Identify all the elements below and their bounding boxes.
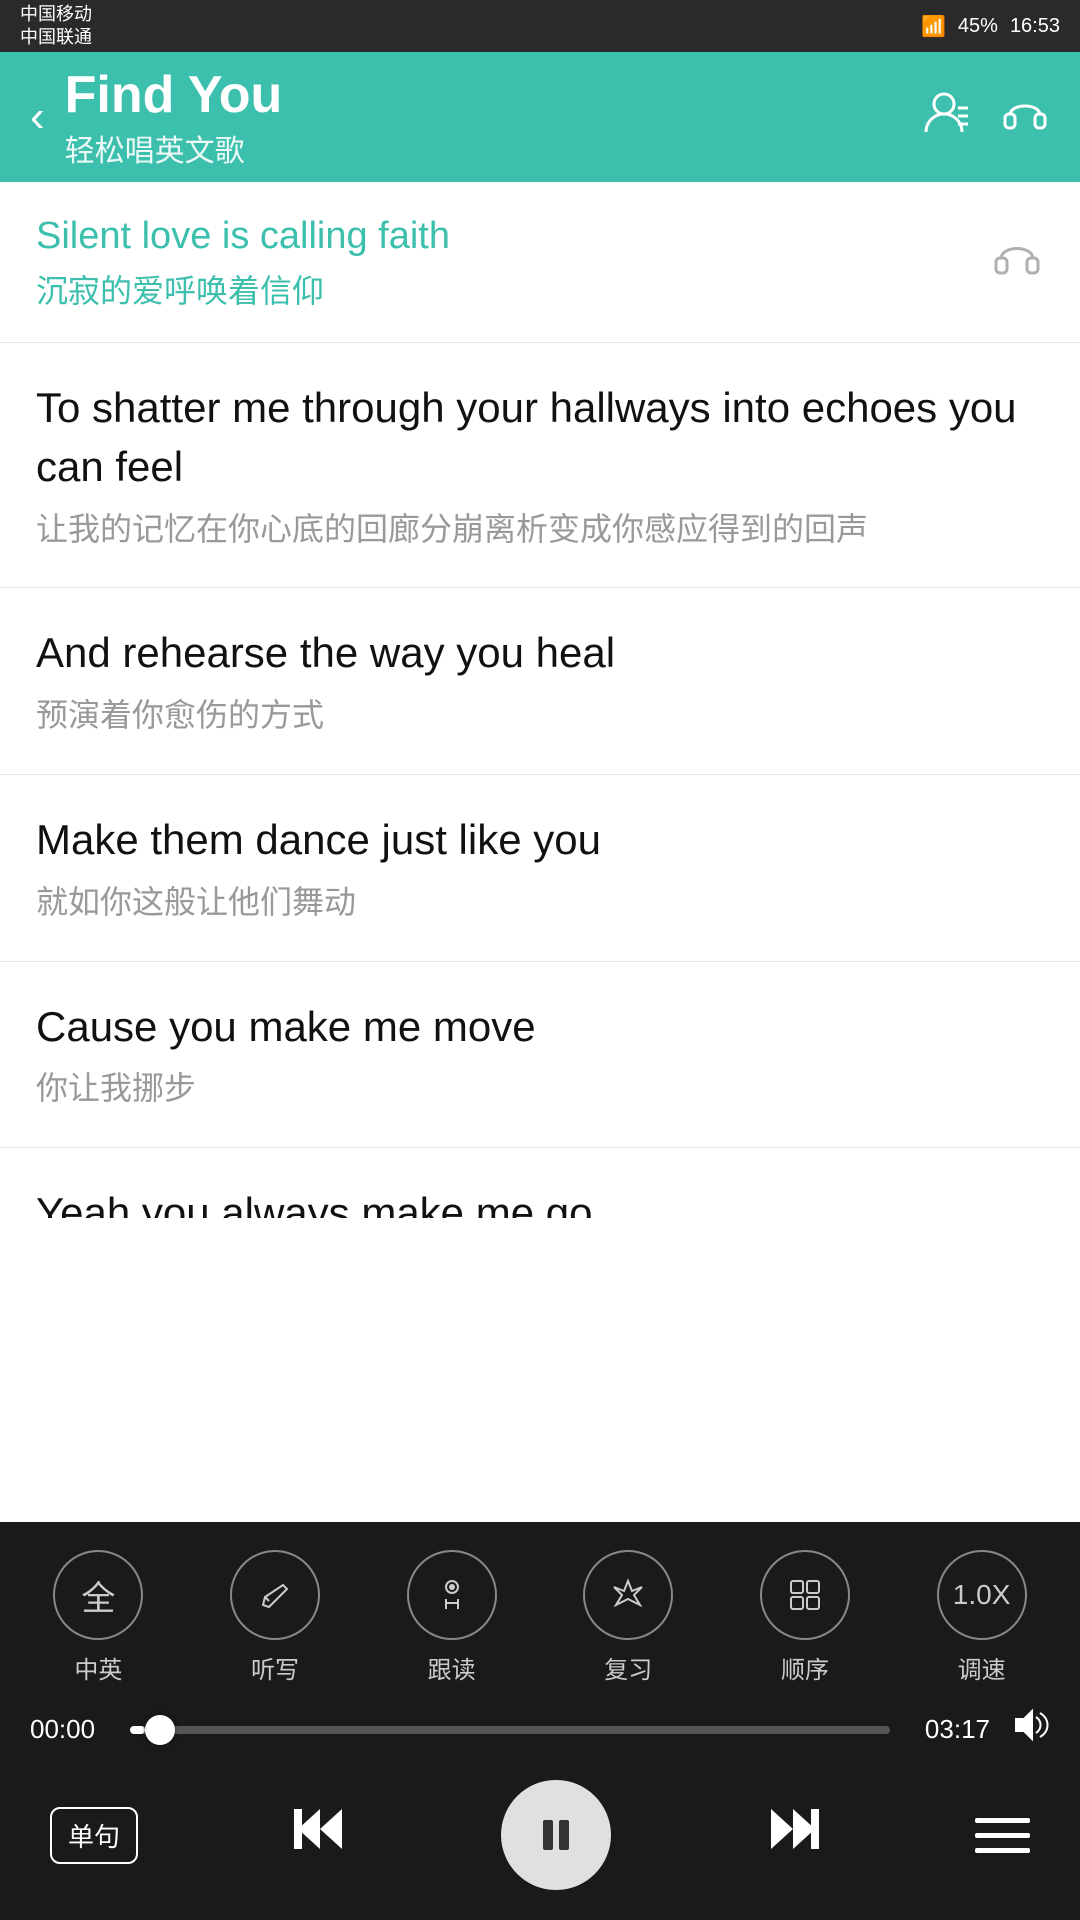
- menu-line-2: [975, 1833, 1030, 1838]
- total-time: 03:17: [910, 1714, 990, 1745]
- lyric-english: Make them dance just like you: [36, 811, 1044, 870]
- prev-button[interactable]: [290, 1799, 350, 1872]
- progress-knob[interactable]: [145, 1715, 175, 1745]
- lyric-chinese: 就如你这般让他们舞动: [36, 880, 1044, 925]
- progress-fill: [130, 1726, 145, 1734]
- active-lyric-english: Silent love is calling faith: [36, 210, 970, 263]
- mode-btn-sequence[interactable]: 顺序: [760, 1550, 850, 1685]
- active-lyric-text: Silent love is calling faith 沉寂的爱呼唤着信仰: [36, 210, 970, 314]
- lyric-chinese: 你让我挪步: [36, 1066, 1044, 1111]
- single-sentence-button[interactable]: 单句: [50, 1807, 138, 1864]
- mode-btn-review[interactable]: 复习: [583, 1550, 673, 1685]
- mode-btn-label-dictation: 听写: [251, 1650, 299, 1685]
- header-icons: [922, 87, 1050, 148]
- mode-btn-read-along[interactable]: 跟读: [407, 1550, 497, 1685]
- partial-lyric-item: Yeah you always make me go: [0, 1148, 1080, 1218]
- mode-btn-label-review: 复习: [604, 1650, 652, 1685]
- time-display: 16:53: [1010, 15, 1060, 38]
- back-button[interactable]: ‹: [30, 92, 45, 142]
- active-headphone-icon: [990, 228, 1044, 295]
- status-right: 📶 45% 16:53: [921, 14, 1060, 39]
- mode-buttons-row: 全 中英 听写 跟读: [0, 1522, 1080, 1695]
- playback-controls: 单句: [0, 1764, 1080, 1920]
- mode-btn-label-sequence: 顺序: [781, 1650, 829, 1685]
- volume-icon[interactable]: [1010, 1705, 1050, 1754]
- mode-btn-circle-dictation: [230, 1550, 320, 1640]
- signal-icon: 📶: [921, 14, 946, 39]
- mode-btn-label-zh-en: 中英: [74, 1650, 122, 1685]
- lyric-english: Cause you make me move: [36, 998, 1044, 1057]
- lyric-english: And rehearse the way you heal: [36, 624, 1044, 683]
- status-bar: 中国移动 中国联通 📶 45% 16:53: [0, 0, 1080, 52]
- progress-bar[interactable]: [130, 1726, 890, 1734]
- mode-btn-circle-zh-en: 全: [53, 1550, 143, 1640]
- current-time: 00:00: [30, 1714, 110, 1745]
- active-lyric-chinese: 沉寂的爱呼唤着信仰: [36, 269, 970, 314]
- menu-button[interactable]: [975, 1818, 1030, 1853]
- active-lyric-item[interactable]: Silent love is calling faith 沉寂的爱呼唤着信仰: [0, 182, 1080, 343]
- lyrics-content: Silent love is calling faith 沉寂的爱呼唤着信仰 T…: [0, 182, 1080, 1618]
- mode-btn-circle-review: [583, 1550, 673, 1640]
- next-button[interactable]: [763, 1799, 823, 1872]
- header-title-block: Find You 轻松唱英文歌: [65, 64, 922, 170]
- lyric-item[interactable]: Make them dance just like you 就如你这般让他们舞动: [0, 775, 1080, 962]
- headphone-icon[interactable]: [1000, 87, 1050, 148]
- lyric-item[interactable]: Cause you make me move 你让我挪步: [0, 962, 1080, 1149]
- battery-text: 45%: [958, 15, 998, 38]
- song-title: Find You: [65, 64, 922, 126]
- lyric-chinese: 预演着你愈伤的方式: [36, 693, 1044, 738]
- app-subtitle: 轻松唱英文歌: [65, 126, 922, 170]
- lyric-chinese: 让我的记忆在你心底的回廊分崩离析变成你感应得到的回声: [36, 507, 1044, 552]
- profile-icon[interactable]: [922, 88, 970, 147]
- partial-lyric-english: Yeah you always make me go: [36, 1184, 1044, 1218]
- mode-btn-speed[interactable]: 1.0X 调速: [937, 1550, 1027, 1685]
- menu-line-3: [975, 1848, 1030, 1853]
- pause-button[interactable]: [501, 1780, 611, 1890]
- mode-btn-dictation[interactable]: 听写: [230, 1550, 320, 1685]
- header: ‹ Find You 轻松唱英文歌: [0, 52, 1080, 182]
- progress-row: 00:00 03:17: [0, 1695, 1080, 1764]
- mode-btn-circle-read-along: [407, 1550, 497, 1640]
- mode-btn-label-read-along: 跟读: [428, 1650, 476, 1685]
- mode-btn-circle-sequence: [760, 1550, 850, 1640]
- lyric-english: To shatter me through your hallways into…: [36, 379, 1044, 497]
- menu-line-1: [975, 1818, 1030, 1823]
- carrier-info: 中国移动 中国联通: [20, 3, 92, 50]
- lyric-item[interactable]: And rehearse the way you heal 预演着你愈伤的方式: [0, 588, 1080, 775]
- mode-btn-circle-speed: 1.0X: [937, 1550, 1027, 1640]
- mode-btn-zh-en[interactable]: 全 中英: [53, 1550, 143, 1685]
- mode-btn-label-speed: 调速: [958, 1650, 1006, 1685]
- lyric-item[interactable]: To shatter me through your hallways into…: [0, 343, 1080, 588]
- bottom-panel: 全 中英 听写 跟读: [0, 1522, 1080, 1920]
